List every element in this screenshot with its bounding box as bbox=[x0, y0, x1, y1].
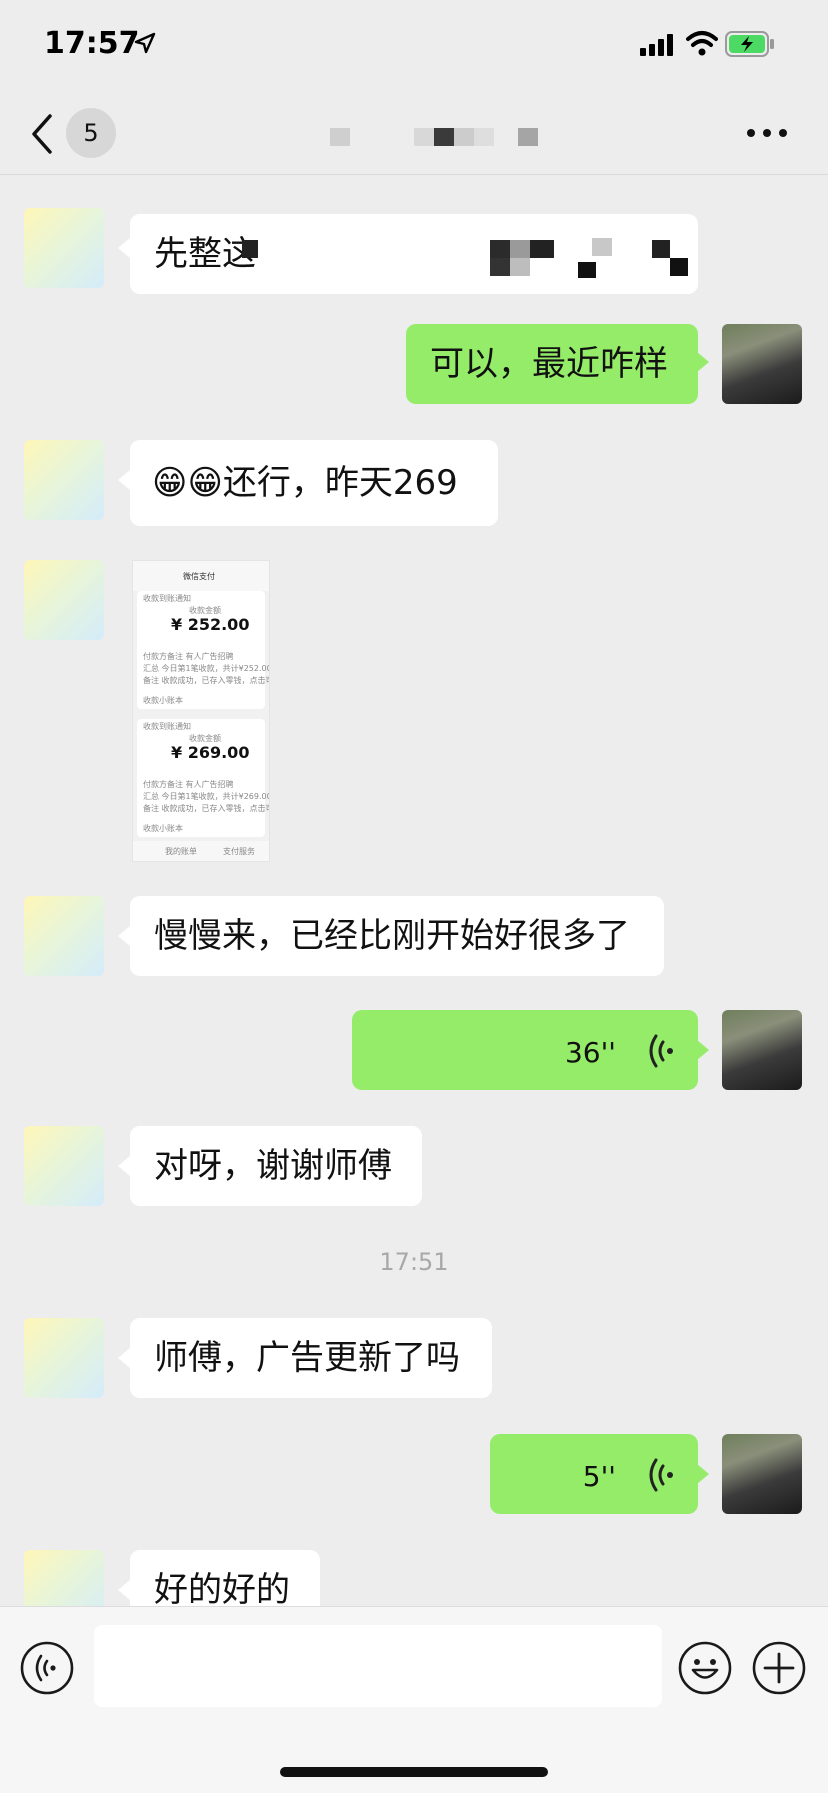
payment-card-row: 汇总 今日第1笔收款，共计¥252.00 bbox=[143, 664, 270, 673]
bubble-tail bbox=[118, 1348, 130, 1368]
payment-card-row: 付款方备注 有人广告招聘 bbox=[143, 780, 234, 789]
bubble-tail bbox=[697, 1464, 709, 1484]
message-text: 对呀，谢谢师傅 bbox=[154, 1146, 392, 1186]
message-bubble-outgoing[interactable]: 可以，最近咋样 bbox=[406, 324, 698, 404]
voice-message-outgoing[interactable]: 5'' bbox=[490, 1434, 698, 1514]
payment-card-footer: 收款小账本 bbox=[143, 696, 183, 705]
voice-wave-icon bbox=[649, 1458, 673, 1492]
message-bubble-incoming[interactable]: 😁😁还行，昨天269 bbox=[130, 440, 498, 526]
emoji-button[interactable] bbox=[678, 1641, 732, 1695]
bubble-tail bbox=[118, 926, 130, 946]
message-text: 可以，最近咋样 bbox=[430, 344, 668, 384]
message-text: 慢慢来，已经比刚开始好很多了 bbox=[154, 916, 630, 956]
voice-wave-icon bbox=[649, 1034, 673, 1068]
screenshot-header-title: 微信支付 bbox=[183, 572, 215, 581]
contact-avatar[interactable] bbox=[24, 896, 104, 976]
payment-card-row: 汇总 今日第1笔收款，共计¥269.00 bbox=[143, 792, 270, 801]
screenshot-bottom-right: 支付服务 bbox=[223, 847, 255, 856]
more-functions-plus-button[interactable] bbox=[752, 1641, 806, 1695]
message-bubble-incoming[interactable]: 师傅，广告更新了吗 bbox=[130, 1318, 492, 1398]
message-bubble-incoming[interactable]: 对呀，谢谢师傅 bbox=[130, 1126, 422, 1206]
signal-icon bbox=[640, 34, 673, 56]
voice-input-toggle-button[interactable] bbox=[20, 1641, 74, 1695]
message-bubble-incoming[interactable]: 先整这 bbox=[130, 214, 698, 294]
payment-card-row: 备注 收款成功，已存入零钱，点击可查看详情 bbox=[143, 676, 269, 685]
payment-card-title: 收款到账通知 bbox=[143, 722, 191, 731]
message-bubble-incoming[interactable]: 慢慢来，已经比刚开始好很多了 bbox=[130, 896, 664, 976]
contact-avatar[interactable] bbox=[24, 208, 104, 288]
image-message-payment-screenshot[interactable]: 微信支付 收款到账通知 收款金额 ¥ 252.00 付款方备注 有人广告招聘 汇… bbox=[132, 560, 270, 862]
more-options-button[interactable] bbox=[744, 118, 790, 148]
voice-duration: 5'' bbox=[582, 1460, 616, 1493]
payment-card: 收款到账通知 收款金额 ¥ 252.00 付款方备注 有人广告招聘 汇总 今日第… bbox=[137, 591, 269, 709]
unread-count-badge[interactable]: 5 bbox=[66, 108, 116, 158]
status-bar: 17:57 bbox=[0, 0, 828, 92]
wifi-icon bbox=[686, 31, 718, 56]
contact-avatar[interactable] bbox=[24, 1318, 104, 1398]
payment-card-row: 付款方备注 有人广告招聘 bbox=[143, 652, 234, 661]
redaction-mosaic bbox=[242, 238, 688, 278]
contact-avatar[interactable] bbox=[24, 1126, 104, 1206]
bubble-tail bbox=[697, 352, 709, 372]
payment-card: 收款到账通知 收款金额 ¥ 269.00 付款方备注 有人广告招聘 汇总 今日第… bbox=[137, 719, 269, 837]
message-text: 好的好的 bbox=[154, 1570, 290, 1610]
payment-card-row: 备注 收款成功，已存入零钱，点击可查看详情 bbox=[143, 804, 269, 813]
screenshot-bottom-left: 我的账单 bbox=[165, 847, 197, 856]
back-button[interactable] bbox=[26, 110, 60, 158]
chat-title-redacted bbox=[330, 128, 538, 146]
screenshot-bottom-bar: 我的账单 支付服务 bbox=[133, 841, 269, 861]
payment-amount: ¥ 269.00 bbox=[171, 743, 250, 762]
payment-card-title: 收款到账通知 bbox=[143, 594, 191, 603]
my-avatar[interactable] bbox=[722, 1010, 802, 1090]
home-indicator bbox=[280, 1767, 548, 1777]
grinning-face-emoji: 😁😁 bbox=[152, 463, 223, 503]
battery-charging-icon bbox=[725, 31, 774, 57]
my-avatar[interactable] bbox=[722, 1434, 802, 1514]
bubble-tail bbox=[118, 470, 130, 490]
chat-header: 5 bbox=[0, 92, 828, 175]
screenshot-header: 微信支付 bbox=[133, 561, 269, 591]
message-text-input[interactable] bbox=[94, 1625, 662, 1707]
bubble-tail bbox=[118, 1580, 130, 1600]
message-text: 还行，昨天269 bbox=[222, 463, 458, 503]
status-time: 17:57 bbox=[44, 26, 140, 61]
bubble-tail bbox=[118, 1156, 130, 1176]
my-avatar[interactable] bbox=[722, 324, 802, 404]
bubble-tail bbox=[118, 238, 130, 258]
message-text: 师傅，广告更新了吗 bbox=[154, 1338, 460, 1378]
contact-avatar[interactable] bbox=[24, 560, 104, 640]
voice-duration: 36'' bbox=[564, 1036, 616, 1069]
voice-message-outgoing[interactable]: 36'' bbox=[352, 1010, 698, 1090]
location-arrow-icon bbox=[134, 32, 156, 54]
message-input-bar bbox=[0, 1606, 828, 1793]
payment-card-footer: 收款小账本 bbox=[143, 824, 183, 833]
payment-amount: ¥ 252.00 bbox=[171, 615, 250, 634]
contact-avatar[interactable] bbox=[24, 440, 104, 520]
bubble-tail bbox=[697, 1040, 709, 1060]
message-text: 先整这 bbox=[154, 234, 256, 274]
time-separator: 17:51 bbox=[379, 1248, 449, 1276]
